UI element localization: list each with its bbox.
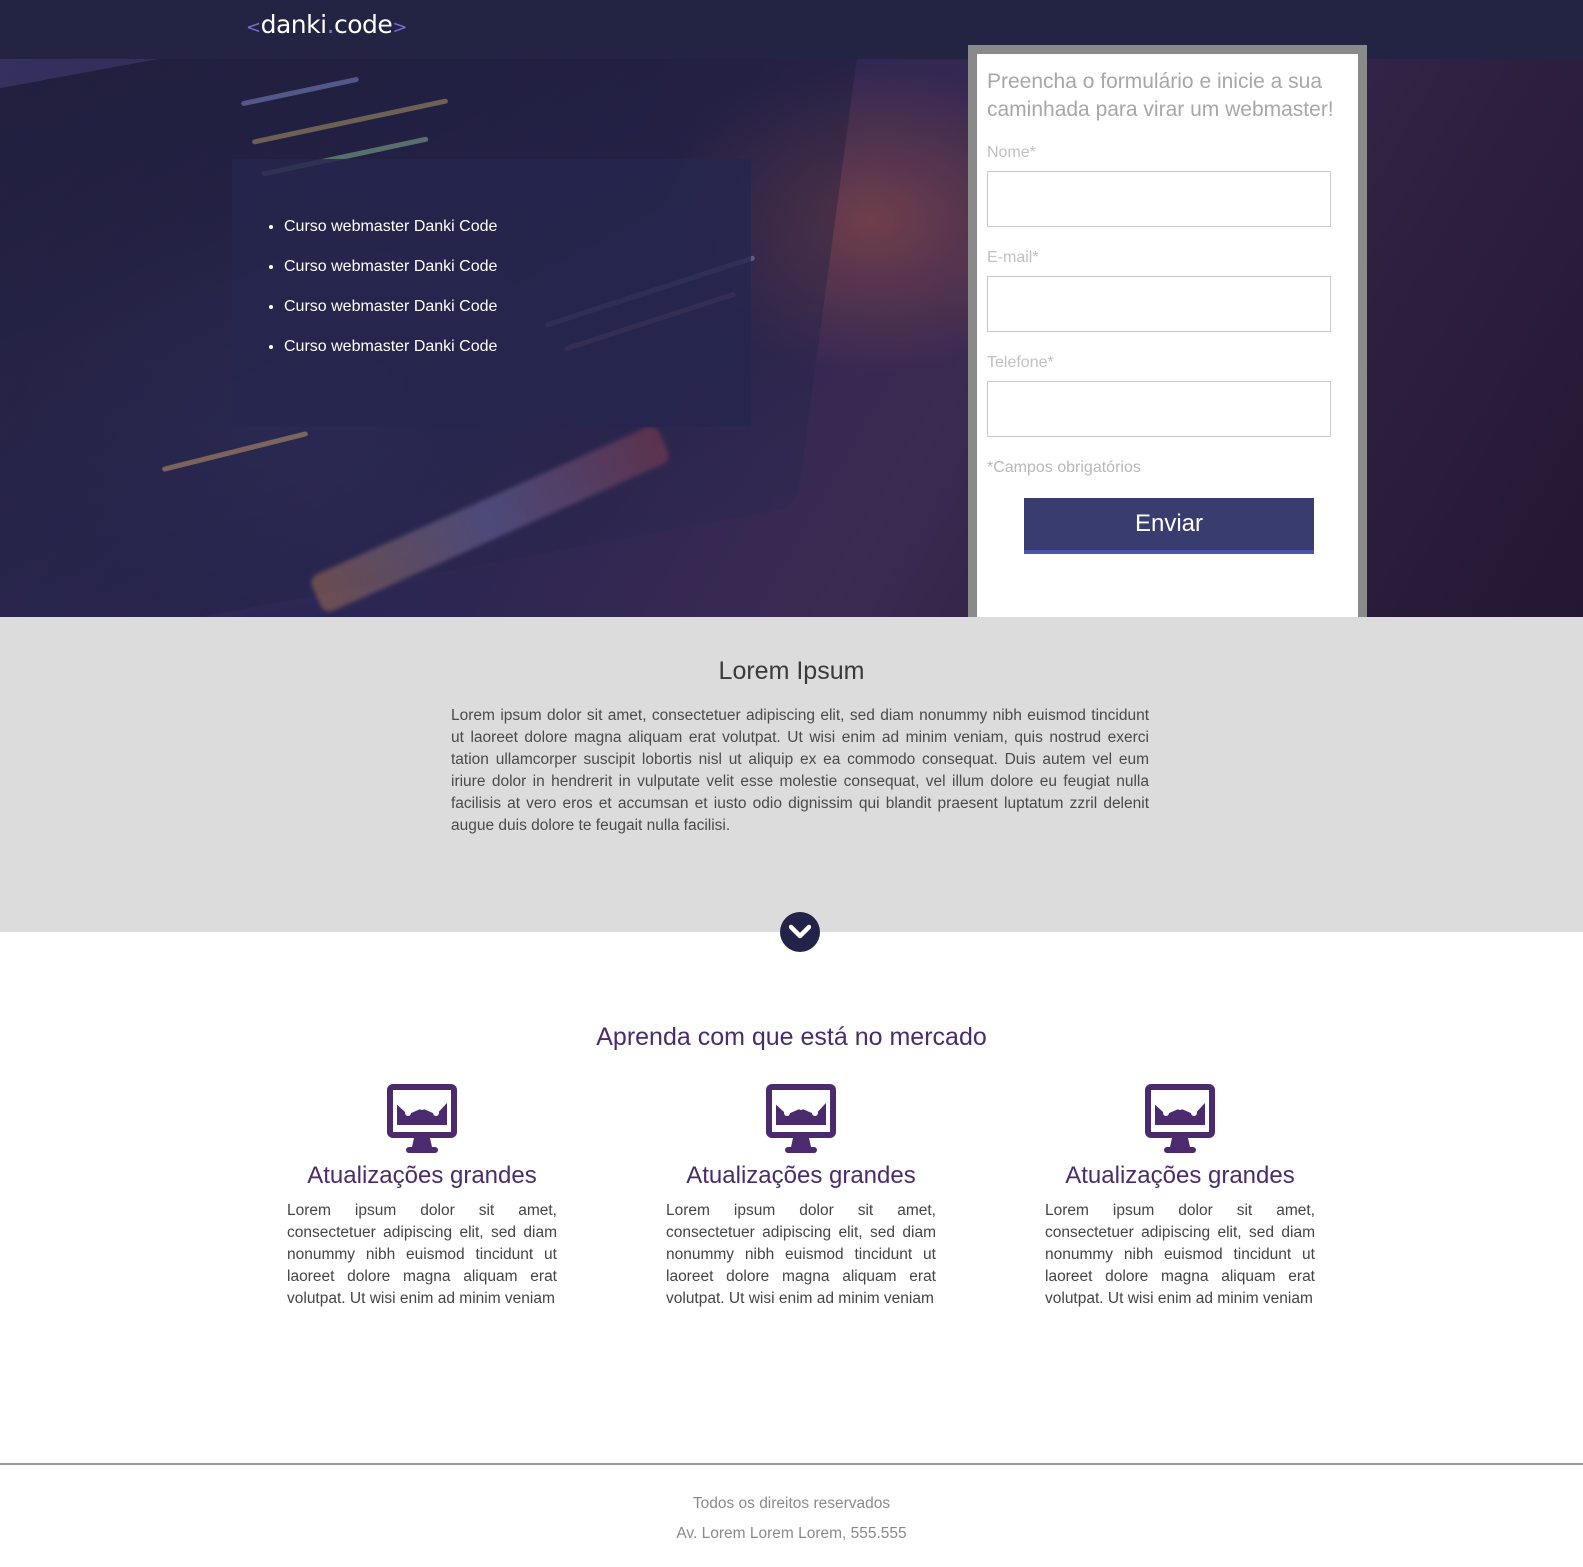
course-list-item: Curso webmaster Danki Code [284, 247, 751, 287]
signup-form: Preencha o formulário e inicie a sua cam… [968, 45, 1367, 632]
feature-card: Atualizações grandes Lorem ipsum dolor s… [666, 1083, 936, 1310]
course-list-item: Curso webmaster Danki Code [284, 207, 751, 247]
course-list-box: Curso webmaster Danki Code Curso webmast… [232, 159, 751, 427]
about-title: Lorem Ipsum [718, 657, 865, 685]
phone-input[interactable] [987, 381, 1331, 437]
about-text: Lorem ipsum dolor sit amet, consectetuer… [451, 707, 1149, 834]
form-title: Preencha o formulário e inicie a sua cam… [987, 70, 1334, 121]
logo-code: code [334, 10, 393, 39]
feature-title: Atualizações grandes [686, 1162, 916, 1189]
feature-card: Atualizações grandes Lorem ipsum dolor s… [287, 1083, 557, 1310]
feature-text: Lorem ipsum dolor sit amet, consectetuer… [666, 1202, 936, 1307]
footer-divider [0, 1463, 1583, 1465]
logo-open-bracket: < [246, 17, 261, 38]
feature-text: Lorem ipsum dolor sit amet, consectetuer… [1045, 1202, 1315, 1307]
course-list-item: Curso webmaster Danki Code [284, 327, 751, 367]
about-section: Lorem Ipsum Lorem ipsum dolor sit amet, … [0, 617, 1583, 932]
logo[interactable]: <danki.code> [246, 10, 407, 39]
name-label: Nome* [987, 144, 1036, 161]
logo-close-bracket: > [392, 17, 407, 38]
course-list: Curso webmaster Danki Code Curso webmast… [284, 207, 751, 367]
feature-text: Lorem ipsum dolor sit amet, consectetuer… [287, 1202, 557, 1307]
feature-title: Atualizações grandes [1065, 1162, 1295, 1189]
email-input[interactable] [987, 276, 1331, 332]
logo-name: danki [260, 10, 327, 39]
phone-label: Telefone* [987, 354, 1054, 371]
course-list-item: Curso webmaster Danki Code [284, 287, 751, 327]
submit-button[interactable]: Enviar [1024, 498, 1314, 554]
required-fields-note: *Campos obrigatórios [987, 459, 1141, 476]
chevron-down-icon [789, 924, 811, 939]
logo-dot: . [326, 10, 335, 39]
features-title: Aprenda com que está no mercado [596, 1023, 987, 1051]
monitor-chart-icon [1145, 1084, 1215, 1153]
footer-address: Av. Lorem Lorem Lorem, 555.555 [676, 1525, 907, 1542]
scroll-down-button[interactable] [780, 912, 820, 952]
feature-title: Atualizações grandes [307, 1162, 537, 1189]
monitor-chart-icon [387, 1084, 457, 1153]
email-label: E-mail* [987, 249, 1039, 266]
monitor-chart-icon [766, 1084, 836, 1153]
feature-card: Atualizações grandes Lorem ipsum dolor s… [1045, 1083, 1315, 1310]
name-input[interactable] [987, 171, 1331, 227]
footer-rights: Todos os direitos reservados [692, 1495, 891, 1512]
